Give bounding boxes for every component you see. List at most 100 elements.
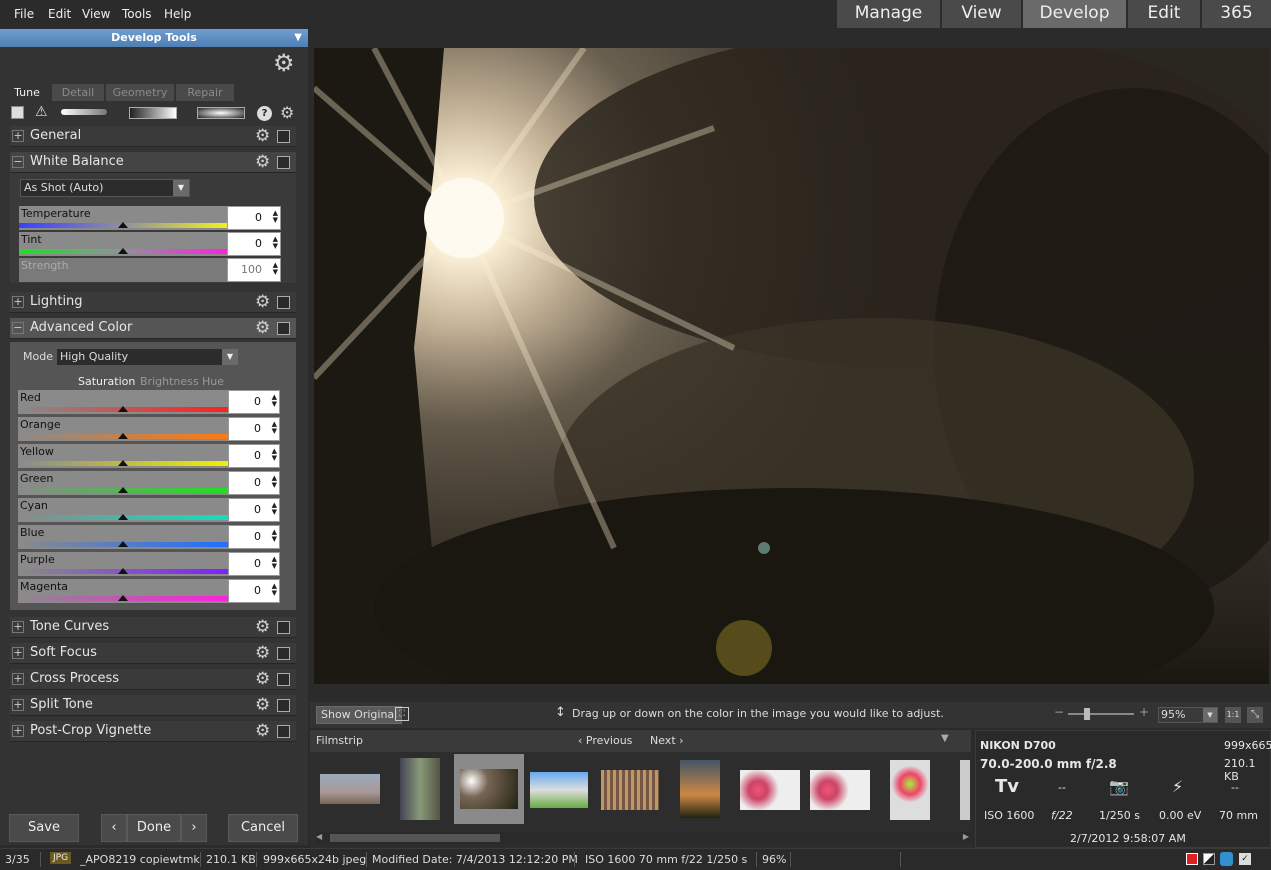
tab-tune[interactable]: Tune [4,84,50,101]
database-icon[interactable] [1220,852,1233,866]
warning-icon[interactable]: ⚠ [35,104,48,120]
menu-tools[interactable]: Tools [122,7,152,21]
section-checkbox[interactable] [277,322,290,335]
section-checkbox[interactable] [277,130,290,143]
spinner-icon[interactable]: ▲ ▼ [272,448,277,462]
slider-thumb[interactable] [118,541,128,547]
temperature-slider[interactable]: Temperature 0 ▲ ▼ [19,206,281,230]
gear-icon[interactable]: ⚙ [255,643,270,663]
previous-button[interactable]: ‹ Previous [578,734,632,747]
spinner-icon[interactable]: ▲ ▼ [272,556,277,570]
done-button[interactable]: Done [127,814,181,842]
tab-geometry[interactable]: Geometry [106,84,174,101]
slider-thumb[interactable] [118,514,128,520]
mode-dropdown[interactable]: High Quality ▼ [56,348,239,366]
section-general[interactable]: + General ⚙ [10,126,296,147]
zoom-in-icon[interactable]: + [1139,705,1149,719]
yellow-saturation-slider[interactable]: Yellow 0 ▲ ▼ [18,444,280,468]
section-cross-process[interactable]: + Cross Process ⚙ [10,669,296,690]
section-advanced-color[interactable]: − Advanced Color ⚙ [10,318,296,339]
slider-thumb[interactable] [118,433,128,439]
help-icon[interactable]: ? [257,106,272,121]
tab-saturation[interactable]: Saturation [78,375,135,388]
gradient-icon[interactable] [129,107,177,119]
zoom-slider-thumb[interactable] [1084,708,1090,720]
filmstrip-thumbnail[interactable] [400,758,440,820]
radial-gradient-icon[interactable] [197,107,245,119]
menu-file[interactable]: File [14,7,34,21]
zoom-slider[interactable] [1068,713,1134,715]
filmstrip-thumbnail[interactable] [810,770,870,810]
slider-thumb[interactable] [118,568,128,574]
scrollbar-thumb[interactable] [330,834,500,842]
section-lighting[interactable]: + Lighting ⚙ [10,292,296,313]
filmstrip-thumbnail-selected[interactable] [454,754,524,824]
spinner-icon[interactable]: ▲ ▼ [272,394,277,408]
gear-icon[interactable]: ⚙ [273,51,295,75]
expand-icon[interactable]: + [12,130,24,142]
spinner-icon[interactable]: ▲ ▼ [272,475,277,489]
edited-icon[interactable] [1203,853,1215,865]
mode-tab-manage[interactable]: Manage [837,0,940,28]
filmstrip-thumbnail[interactable] [320,774,380,804]
section-post-crop-vignette[interactable]: + Post-Crop Vignette ⚙ [10,721,296,742]
spinner-icon[interactable]: ▲ ▼ [272,583,277,597]
zoom-out-icon[interactable]: − [1054,705,1064,719]
chevron-down-icon[interactable]: ▼ [294,29,302,47]
orange-saturation-slider[interactable]: Orange 0 ▲ ▼ [18,417,280,441]
magenta-saturation-slider[interactable]: Magenta 0 ▲ ▼ [18,579,280,603]
gear-icon[interactable]: ⚙ [255,695,270,715]
fullscreen-icon[interactable]: ⛶ [395,707,409,721]
slider-thumb[interactable] [118,248,128,254]
mode-tab-edit[interactable]: Edit [1128,0,1200,28]
section-checkbox[interactable] [277,725,290,738]
scroll-left-icon[interactable]: ◀ [316,832,322,841]
menu-help[interactable]: Help [164,7,191,21]
section-checkbox[interactable] [277,621,290,634]
expand-icon[interactable]: + [12,673,24,685]
spinner-icon[interactable]: ▲ ▼ [272,502,277,516]
checkmark-icon[interactable]: ✓ [1239,853,1251,865]
color-label-icon[interactable] [1186,853,1198,865]
cyan-saturation-slider[interactable]: Cyan 0 ▲ ▼ [18,498,280,522]
filmstrip-thumbnail[interactable] [960,760,970,820]
gear-icon[interactable]: ⚙ [255,721,270,741]
mode-tab-view[interactable]: View [942,0,1021,28]
gear-icon[interactable]: ⚙ [280,103,294,122]
gear-icon[interactable]: ⚙ [255,126,270,146]
wb-preset-dropdown[interactable]: As Shot (Auto) ▼ [20,179,190,197]
previous-arrow-button[interactable]: ‹ [101,814,127,842]
gear-icon[interactable]: ⚙ [255,318,270,338]
blue-saturation-slider[interactable]: Blue 0 ▲ ▼ [18,525,280,549]
gear-icon[interactable]: ⚙ [255,617,270,637]
tab-repair[interactable]: Repair [176,84,234,101]
brush-icon[interactable] [61,109,107,115]
next-arrow-button[interactable]: › [181,814,207,842]
section-tone-curves[interactable]: + Tone Curves ⚙ [10,617,296,638]
slider-thumb[interactable] [118,595,128,601]
tab-brightness[interactable]: Brightness [140,375,199,388]
menu-edit[interactable]: Edit [48,7,71,21]
tab-hue[interactable]: Hue [202,375,224,388]
slider-thumb[interactable] [118,222,128,228]
filmstrip-thumbnail[interactable] [530,772,588,808]
slider-thumb[interactable] [118,487,128,493]
chevron-down-icon[interactable]: ▼ [941,733,949,744]
tab-detail[interactable]: Detail [52,84,104,101]
zoom-dropdown[interactable]: 95% ▼ [1158,707,1218,723]
collapse-icon[interactable]: − [12,156,24,168]
scroll-right-icon[interactable]: ▶ [963,832,969,841]
section-checkbox[interactable] [277,296,290,309]
next-button[interactable]: Next › [650,734,684,747]
section-white-balance[interactable]: − White Balance ⚙ [10,152,296,173]
spinner-icon[interactable]: ▲ ▼ [273,236,278,250]
photo-canvas[interactable] [314,48,1269,684]
expand-icon[interactable]: + [12,699,24,711]
filmstrip-thumbnail[interactable] [890,760,930,820]
section-checkbox[interactable] [277,699,290,712]
histogram-icon[interactable] [11,106,24,119]
expand-icon[interactable]: + [12,725,24,737]
section-checkbox[interactable] [277,673,290,686]
filmstrip-scrollbar[interactable]: ◀ ▶ [316,832,971,844]
fit-window-icon[interactable]: ⤡ [1247,707,1263,723]
